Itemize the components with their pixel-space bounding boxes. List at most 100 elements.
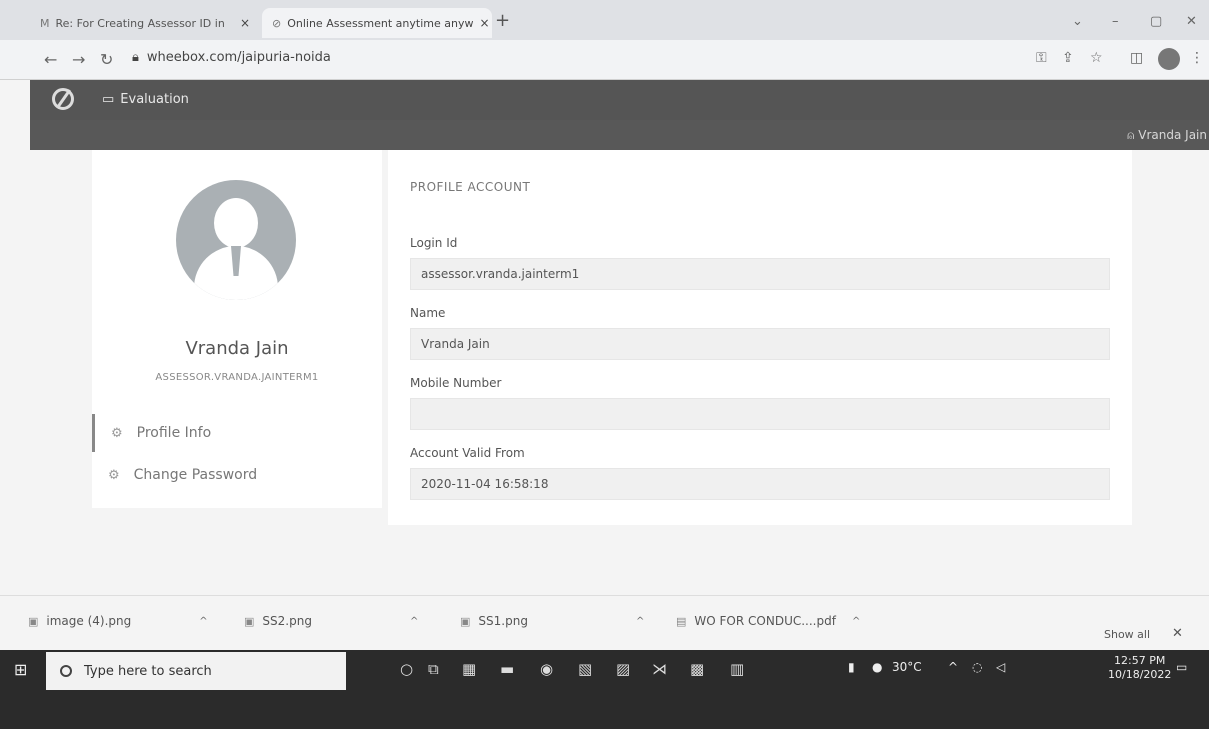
url-text: wheebox.com/jaipuria-noida [146, 50, 331, 65]
clock-time: 12:57 PM [1114, 654, 1166, 667]
minimize-icon[interactable]: – [1112, 14, 1119, 29]
gear-icon: ⚙ [111, 425, 123, 441]
browser-tab-wheebox[interactable]: ⊘ Online Assessment anytime anyw × [262, 8, 492, 38]
chevron-up-icon[interactable]: ^ [199, 616, 207, 627]
task-view-icon[interactable]: ⧉ [428, 660, 439, 678]
chevron-up-icon[interactable]: ^ [948, 660, 958, 674]
download-item[interactable]: ▣ SS1.png ^ [460, 614, 644, 628]
sidepanel-icon[interactable]: ◫ [1130, 50, 1143, 66]
nav-evaluation[interactable]: ▭ Evaluation [102, 92, 189, 107]
gear-icon: ⚙ [108, 467, 120, 483]
user-icon: ⍝ [1127, 128, 1135, 142]
chevron-down-icon[interactable]: ⌄ [1072, 14, 1083, 29]
user-menu-link[interactable]: ⍝ Vranda Jain [1127, 128, 1207, 143]
profile-id: ASSESSOR.VRANDA.JAINTERM1 [155, 372, 319, 383]
mobile-number-field[interactable] [410, 398, 1110, 430]
chrome-icon[interactable]: ◉ [540, 660, 553, 678]
app-icon[interactable]: ▨ [616, 660, 630, 678]
vscode-icon[interactable]: ⋊ [652, 660, 667, 678]
key-icon[interactable]: ⚿ [1036, 50, 1047, 66]
download-file-name: SS1.png [478, 614, 528, 628]
sidebar-item-label: Profile Info [136, 425, 212, 441]
sidebar-item-profile-info[interactable]: ⚙ Profile Info [92, 414, 382, 452]
browser-tab-gmail[interactable]: M Re: For Creating Assessor ID in × [30, 8, 260, 38]
tab-title: Online Assessment anytime anyw [287, 16, 474, 30]
file-icon: ▣ [244, 614, 255, 628]
account-valid-from-label: Account Valid From [410, 446, 525, 460]
chevron-up-icon[interactable]: ^ [636, 616, 644, 627]
download-file-name: WO FOR CONDUC....pdf [694, 614, 836, 628]
user-avatar-icon [176, 180, 296, 300]
profile-sidebar-card: Vranda Jain ASSESSOR.VRANDA.JAINTERM1 ⚙ … [92, 150, 382, 508]
share-icon[interactable]: ⇪ [1062, 50, 1074, 66]
section-title: PROFILE ACCOUNT [410, 180, 531, 194]
clock-date: 10/18/2022 [1108, 668, 1172, 681]
reload-icon[interactable]: ↻ [100, 50, 113, 69]
app-header: ▭ Evaluation [30, 80, 1209, 120]
profile-account-card: PROFILE ACCOUNT Login Id assessor.vranda… [388, 150, 1132, 525]
menu-icon[interactable]: ⋮ [1190, 50, 1204, 66]
app-icon[interactable]: ▩ [690, 660, 704, 678]
search-icon [60, 665, 72, 677]
sidebar-item-change-password[interactable]: ⚙ Change Password [92, 456, 382, 494]
notification-icon[interactable]: ▭ [1176, 660, 1187, 674]
cortana-icon[interactable]: ○ [400, 660, 413, 678]
forward-icon[interactable]: → [72, 50, 85, 69]
user-link-label: Vranda Jain [1138, 128, 1207, 142]
wheebox-logo[interactable] [52, 88, 74, 110]
lock-icon: 🔒︎ [132, 50, 139, 65]
close-window-icon[interactable]: ✕ [1186, 14, 1197, 29]
windows-taskbar: ⊞ Type here to search ○ ⧉ ▦ ▬ ◉ ▧ ▨ ⋊ ▩ … [0, 650, 1209, 729]
close-icon[interactable]: ✕ [1172, 626, 1183, 641]
download-item[interactable]: ▤ WO FOR CONDUC....pdf ^ [676, 614, 860, 628]
new-tab-button[interactable]: + [495, 10, 510, 31]
name-label: Name [410, 306, 446, 320]
folder-icon[interactable]: ▬ [500, 660, 514, 678]
close-icon[interactable]: × [240, 16, 250, 30]
download-file-name: image (4).png [46, 614, 132, 628]
temperature-text[interactable]: 30°C [892, 660, 922, 674]
battery-icon[interactable]: ▮ [848, 660, 855, 674]
windows-start-icon[interactable]: ⊞ [14, 660, 32, 679]
name-field[interactable]: Vranda Jain [410, 328, 1110, 360]
mobile-number-label: Mobile Number [410, 376, 502, 390]
weather-icon[interactable]: ● [872, 660, 882, 674]
star-icon[interactable]: ☆ [1090, 50, 1103, 66]
tab-title: Re: For Creating Assessor ID in [55, 16, 225, 30]
network-icon[interactable]: ◌ [972, 660, 982, 674]
chevron-up-icon[interactable]: ^ [852, 616, 860, 627]
download-item[interactable]: ▣ image (4).png ^ [28, 614, 208, 628]
taskbar-clock[interactable]: 12:57 PM 10/18/2022 [1108, 654, 1171, 682]
login-id-label: Login Id [410, 236, 458, 250]
download-bar: ▣ image (4).png ^ ▣ SS2.png ^ ▣ SS1.png … [0, 595, 1209, 650]
word-icon[interactable]: ▥ [730, 660, 744, 678]
file-icon: ▣ [28, 614, 39, 628]
account-valid-from-field[interactable]: 2020-11-04 16:58:18 [410, 468, 1110, 500]
monitor-icon: ▭ [102, 92, 115, 107]
app-icon[interactable]: ▦ [462, 660, 476, 678]
show-all-button[interactable]: Show all [1104, 628, 1150, 641]
gmail-icon: M [40, 16, 50, 30]
login-id-field[interactable]: assessor.vranda.jainterm1 [410, 258, 1110, 290]
taskbar-search-input[interactable]: Type here to search [46, 652, 346, 690]
maximize-icon[interactable]: ▢ [1150, 14, 1162, 29]
url-field[interactable]: 🔒︎ wheebox.com/jaipuria-noida [132, 50, 331, 65]
browser-address-bar: ← → ↻ 🔒︎ wheebox.com/jaipuria-noida ⚿ ⇪ … [0, 40, 1209, 80]
file-icon: ▣ [460, 614, 471, 628]
app-subheader: ⍝ Vranda Jain [30, 120, 1209, 150]
download-file-name: SS2.png [262, 614, 312, 628]
sidebar-item-label: Change Password [133, 467, 258, 483]
pdf-file-icon: ▤ [676, 614, 687, 628]
close-icon[interactable]: × [479, 16, 489, 30]
profile-name: Vranda Jain [185, 338, 289, 359]
back-icon[interactable]: ← [44, 50, 57, 69]
browser-profile-avatar[interactable] [1158, 48, 1180, 70]
nav-evaluation-label: Evaluation [120, 92, 189, 107]
taskbar-search-placeholder: Type here to search [84, 663, 212, 679]
download-item[interactable]: ▣ SS2.png ^ [244, 614, 418, 628]
chevron-up-icon[interactable]: ^ [410, 616, 418, 627]
browser-tab-bar: M Re: For Creating Assessor ID in × ⊘ On… [0, 0, 1209, 40]
volume-icon[interactable]: ◁ [996, 660, 1005, 674]
app-icon[interactable]: ▧ [578, 660, 592, 678]
wheebox-icon: ⊘ [272, 16, 282, 30]
